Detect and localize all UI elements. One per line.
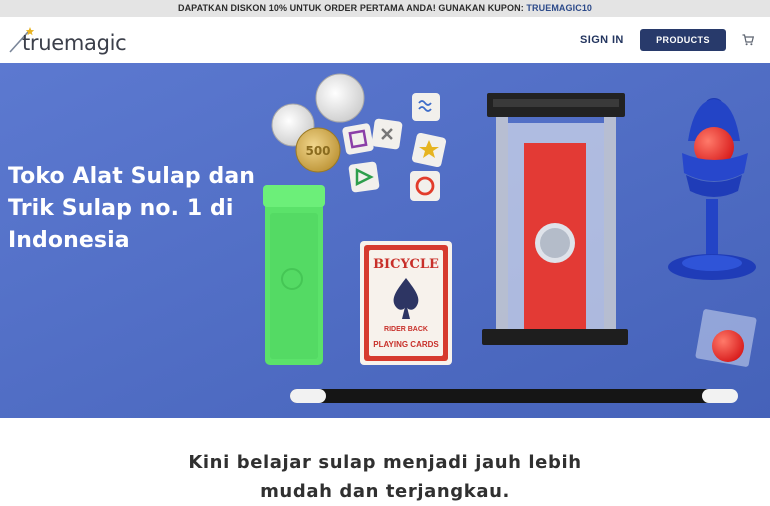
tagline: Kini belajar sulap menjadi jauh lebih mu… — [0, 448, 770, 506]
magic-wand — [290, 389, 738, 403]
truemagic-logo[interactable]: truemagic — [8, 26, 148, 56]
hero-banner: 500 BICYCLE RIDER BACK PLAYING CARDS Tok… — [0, 63, 770, 418]
card-subtitle: RIDER BACK — [384, 326, 428, 333]
playing-card-deck: BICYCLE RIDER BACK PLAYING CARDS — [360, 241, 452, 365]
products-button[interactable]: PRODUCTS — [640, 29, 726, 51]
coin-value: 500 — [305, 144, 330, 158]
logo-text: truemagic — [22, 31, 126, 55]
promo-code: TRUEMAGIC10 — [526, 3, 593, 13]
top-navigation: truemagic SIGN IN PRODUCTS — [0, 17, 770, 63]
promo-banner: DAPATKAN DISKON 10% UNTUK ORDER PERTAMA … — [0, 0, 770, 17]
promo-text: DAPATKAN DISKON 10% UNTUK ORDER PERTAMA … — [177, 3, 524, 13]
cart-icon[interactable] — [742, 34, 754, 46]
coin-silver — [315, 73, 365, 123]
finger-guillotine — [482, 93, 628, 345]
tagline-line-2: mudah dan terjangkau. — [260, 481, 510, 502]
green-box — [263, 185, 325, 365]
tagline-line-1: Kini belajar sulap menjadi jauh lebih — [188, 452, 582, 473]
card-brand: BICYCLE — [373, 257, 439, 272]
hero-title: Toko Alat Sulap dan Trik Sulap no. 1 di … — [8, 164, 256, 253]
sign-in-link[interactable]: SIGN IN — [580, 34, 624, 46]
card-caption: PLAYING CARDS — [373, 340, 439, 349]
